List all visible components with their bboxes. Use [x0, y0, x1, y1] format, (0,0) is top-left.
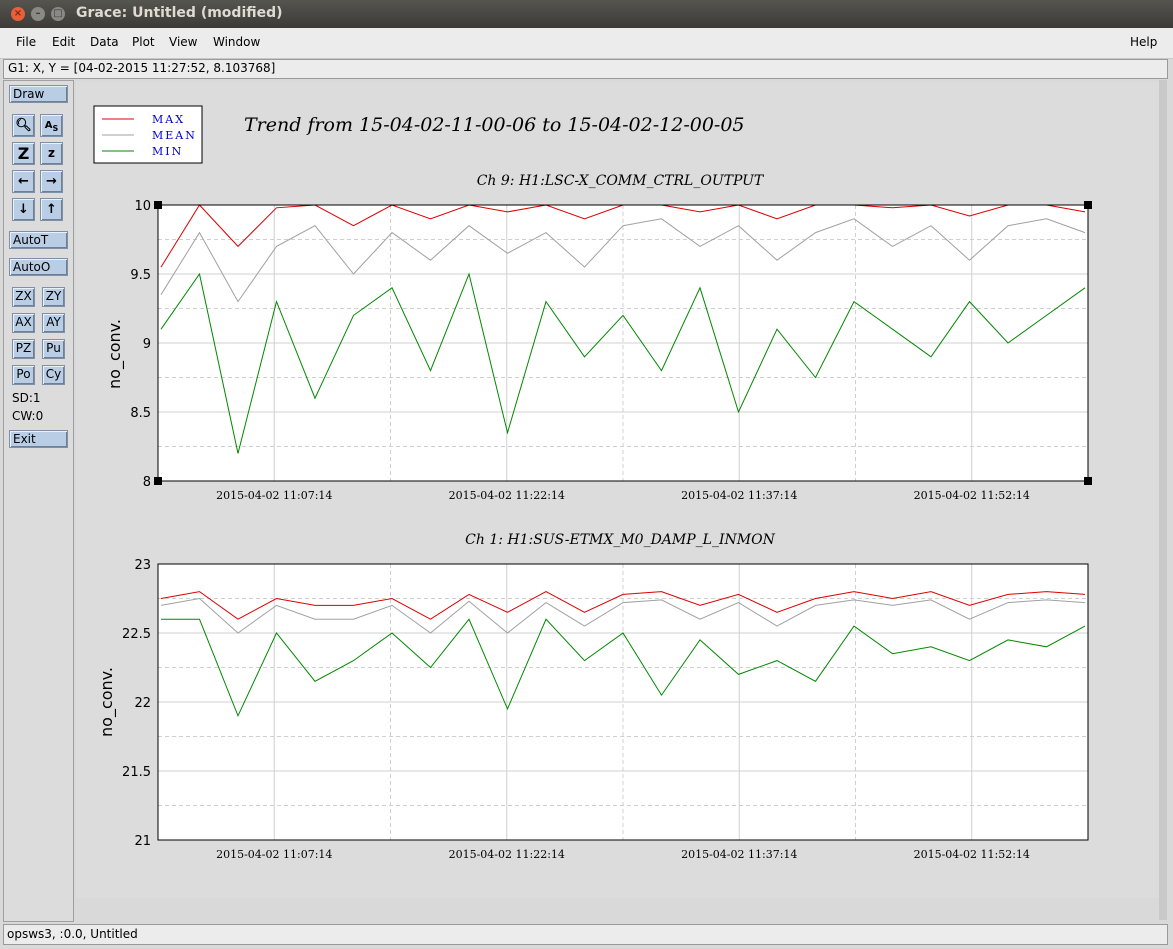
- cy-button[interactable]: Cy: [42, 365, 65, 385]
- autoo-button[interactable]: AutoO: [9, 258, 68, 276]
- status-bar: opsws3, :0.0, Untitled: [3, 924, 1168, 945]
- zy-button[interactable]: ZY: [42, 287, 65, 307]
- legend-label-mean: MEAN: [152, 129, 197, 142]
- graph1-selection-handle: [1084, 201, 1092, 209]
- scroll-up-button[interactable]: ↑: [40, 198, 63, 221]
- scroll-right-button[interactable]: →: [40, 170, 63, 193]
- maximize-window-button[interactable]: □: [51, 7, 65, 21]
- vertical-scrollbar[interactable]: [1159, 80, 1167, 920]
- exit-button[interactable]: Exit: [9, 430, 68, 448]
- graph2[interactable]: 21 21.5 22 22.5 23 2015-04-02 11:07:14 2015-04…: [122, 558, 1089, 861]
- coordinate-text: G1: X, Y = [04-02-2015 11:27:52, 8.10376…: [8, 61, 276, 75]
- graph1-ylabel: no_conv.: [105, 319, 125, 389]
- graph2-xtick-label: 2015-04-02 11:37:14: [681, 848, 797, 861]
- tool-panel: Draw 🔍︎ AS Z z ← → ↓ ↑ AutoT AutoO ZX ZY…: [3, 80, 74, 922]
- ax-button[interactable]: AX: [12, 313, 35, 333]
- pu-button[interactable]: Pu: [42, 339, 65, 359]
- menu-bar: File Edit Data Plot View Window Help: [0, 28, 1173, 59]
- legend-label-min: MIN: [152, 145, 183, 158]
- current-world-label: CW:0: [12, 409, 44, 423]
- graph1-selection-handle: [154, 201, 162, 209]
- graph1-xtick-label: 2015-04-02 11:52:14: [914, 489, 1030, 502]
- graph1-ytick-label: 8.5: [130, 406, 151, 421]
- autoscale-button[interactable]: AS: [40, 114, 63, 137]
- legend-label-max: MAX: [152, 113, 185, 126]
- graph2-ytick-label: 22: [134, 696, 151, 711]
- arrow-left-icon: ←: [18, 174, 29, 189]
- graph1[interactable]: 8 8.5 9 9.5 10 2015-04-02 11:07:14 2015-04-02 …: [130, 199, 1092, 502]
- graph1-ytick-label: 10: [134, 199, 151, 214]
- graph2-ytick-label: 23: [134, 558, 151, 573]
- minimize-window-button[interactable]: –: [31, 7, 45, 21]
- menu-window[interactable]: Window: [213, 35, 260, 49]
- arrow-up-icon: ↑: [46, 202, 57, 217]
- autoscale-icon: AS: [44, 120, 59, 133]
- title-bar: × – □ Grace: Untitled (modified): [0, 0, 1173, 28]
- plot-canvas[interactable]: MAX MEAN MIN Trend from 15-04-02-11-00-0…: [76, 82, 1159, 898]
- set-display-label: SD:1: [12, 391, 41, 405]
- menu-help[interactable]: Help: [1130, 35, 1157, 49]
- pz-button[interactable]: PZ: [12, 339, 35, 359]
- coordinate-readout: G1: X, Y = [04-02-2015 11:27:52, 8.10376…: [3, 59, 1168, 79]
- graph1-xtick-label: 2015-04-02 11:07:14: [216, 489, 332, 502]
- plot-svg[interactable]: MAX MEAN MIN Trend from 15-04-02-11-00-0…: [76, 82, 1159, 898]
- menu-file[interactable]: File: [16, 35, 36, 49]
- graph2-ytick-label: 22.5: [122, 627, 151, 642]
- graph2-ylabel: no_conv.: [97, 667, 117, 737]
- graph1-ytick-label: 9: [143, 337, 151, 352]
- graph1-xtick-label: 2015-04-02 11:22:14: [449, 489, 565, 502]
- window-title: Grace: Untitled (modified): [76, 5, 283, 21]
- zx-button[interactable]: ZX: [12, 287, 35, 307]
- zoom-out-icon: z: [48, 146, 55, 160]
- menu-edit[interactable]: Edit: [52, 35, 75, 49]
- close-window-button[interactable]: ×: [11, 7, 25, 21]
- menu-plot[interactable]: Plot: [132, 35, 155, 49]
- zoom-in-button[interactable]: Z: [12, 142, 35, 165]
- status-text: opsws3, :0.0, Untitled: [7, 927, 138, 941]
- graph1-selection-handle: [1084, 477, 1092, 485]
- legend[interactable]: MAX MEAN MIN: [93, 105, 203, 164]
- arrow-down-icon: ↓: [18, 202, 29, 217]
- autot-button[interactable]: AutoT: [9, 231, 68, 249]
- zoom-button[interactable]: 🔍︎: [12, 114, 35, 137]
- menu-view[interactable]: View: [169, 35, 197, 49]
- graph2-subtitle: Ch 1: H1:SUS-ETMX_M0_DAMP_L_INMON: [465, 532, 775, 548]
- graph1-xtick-label: 2015-04-02 11:37:14: [681, 489, 797, 502]
- graph1-selection-handle: [154, 477, 162, 485]
- scroll-down-button[interactable]: ↓: [12, 198, 35, 221]
- graph2-ytick-label: 21: [134, 834, 151, 849]
- scroll-left-button[interactable]: ←: [12, 170, 35, 193]
- chart-title: Trend from 15-04-02-11-00-06 to 15-04-02…: [244, 114, 745, 136]
- graph2-xtick-label: 2015-04-02 11:07:14: [216, 848, 332, 861]
- menu-data[interactable]: Data: [90, 35, 119, 49]
- graph2-ytick-label: 21.5: [122, 765, 151, 780]
- zoom-out-button[interactable]: z: [40, 142, 63, 165]
- graph1-ytick-label: 8: [143, 475, 151, 490]
- po-button[interactable]: Po: [12, 365, 35, 385]
- graph2-xtick-label: 2015-04-02 11:52:14: [914, 848, 1030, 861]
- graph2-xtick-label: 2015-04-02 11:22:14: [449, 848, 565, 861]
- zoom-in-icon: Z: [17, 144, 30, 163]
- magnifier-icon: 🔍︎: [15, 118, 32, 133]
- ay-button[interactable]: AY: [42, 313, 65, 333]
- graph1-ytick-label: 9.5: [130, 268, 151, 283]
- draw-button[interactable]: Draw: [9, 85, 68, 103]
- arrow-right-icon: →: [46, 174, 57, 189]
- graph1-subtitle: Ch 9: H1:LSC-X_COMM_CTRL_OUTPUT: [477, 173, 765, 189]
